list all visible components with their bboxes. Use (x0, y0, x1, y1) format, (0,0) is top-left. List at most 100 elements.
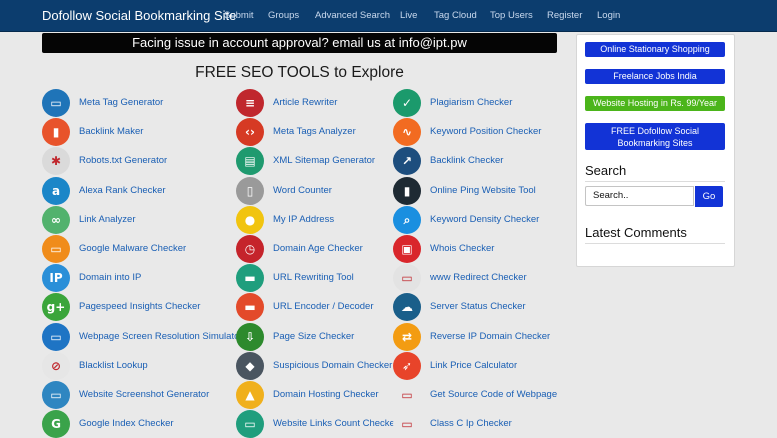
go-button[interactable]: Go (695, 186, 723, 207)
tool-item[interactable]: ∞ Link Analyzer (42, 206, 232, 234)
tool-label[interactable]: Website Links Count Checker (273, 418, 398, 429)
tool-item[interactable]: ⇄ Reverse IP Domain Checker (393, 323, 583, 351)
tool-item[interactable]: ↗ Backlink Checker (393, 147, 583, 175)
clock-icon: ◷ (236, 235, 264, 263)
globe-pin-icon: ● (236, 206, 264, 234)
tool-label[interactable]: Domain Age Checker (273, 243, 363, 254)
nav-advanced-search[interactable]: Advanced Search (315, 10, 390, 21)
latest-comments-heading: Latest Comments (585, 225, 687, 240)
nav-tag-cloud[interactable]: Tag Cloud (434, 10, 477, 21)
free-dofollow-sites-button[interactable]: FREE Dofollow Social Bookmarking Sites (585, 123, 725, 150)
nav-top-users[interactable]: Top Users (490, 10, 533, 21)
tool-label[interactable]: Meta Tag Generator (79, 97, 163, 108)
tool-label[interactable]: Keyword Density Checker (430, 214, 539, 225)
tool-label[interactable]: XML Sitemap Generator (273, 155, 375, 166)
tool-label[interactable]: Class C Ip Checker (430, 418, 512, 429)
tool-item[interactable]: ▭ Get Source Code of Webpage (393, 381, 583, 409)
tool-label[interactable]: Domain into IP (79, 272, 141, 283)
tool-item[interactable]: ⊘ Blacklist Lookup (42, 352, 232, 380)
tool-label[interactable]: Keyword Position Checker (430, 126, 541, 137)
tool-item[interactable]: ☁ Server Status Checker (393, 293, 583, 321)
tool-item[interactable]: ⌕ Keyword Density Checker (393, 206, 583, 234)
tool-item[interactable]: ▭ Class C Ip Checker (393, 410, 583, 438)
tool-item[interactable]: ∿ Keyword Position Checker (393, 118, 583, 146)
tool-label[interactable]: www Redirect Checker (430, 272, 527, 283)
links-count-icon: ▭ (236, 410, 264, 438)
code-icon: ‹› (236, 118, 264, 146)
tool-label[interactable]: Blacklist Lookup (79, 360, 148, 371)
window-icon: ▭ (42, 381, 70, 409)
nav-register[interactable]: Register (547, 10, 582, 21)
tool-label[interactable]: Backlink Maker (79, 126, 143, 137)
reverse-ip-icon: ⇄ (393, 323, 421, 351)
gauge-icon: g+ (42, 293, 70, 321)
tool-label[interactable]: Backlink Checker (430, 155, 503, 166)
tool-label[interactable]: Website Screenshot Generator (79, 389, 209, 400)
nav-live[interactable]: Live (400, 10, 417, 21)
tool-label[interactable]: My IP Address (273, 214, 334, 225)
bars-icon: ▮ (393, 177, 421, 205)
tool-label[interactable]: Online Ping Website Tool (430, 185, 536, 196)
tool-label[interactable]: Word Counter (273, 185, 332, 196)
tool-label[interactable]: Google Index Checker (79, 418, 174, 429)
tool-label[interactable]: Suspicious Domain Checker (273, 360, 392, 371)
tool-label[interactable]: Whois Checker (430, 243, 494, 254)
encoder-icon: ▬ (236, 293, 264, 321)
malware-icon: ▭ (42, 235, 70, 263)
search-input[interactable]: Search.. (585, 186, 694, 206)
freelance-jobs-button[interactable]: Freelance Jobs India (585, 69, 725, 84)
cloud-icon: ☁ (393, 293, 421, 321)
tool-item[interactable]: ➶ Link Price Calculator (393, 352, 583, 380)
tool-item[interactable]: ▭ Meta Tag Generator (42, 89, 232, 117)
shield-icon: ◆ (236, 352, 264, 380)
tool-item[interactable]: a Alexa Rank Checker (42, 177, 232, 205)
tool-label[interactable]: Domain Hosting Checker (273, 389, 379, 400)
tool-label[interactable]: Plagiarism Checker (430, 97, 512, 108)
tool-label[interactable]: Pagespeed Insights Checker (79, 301, 200, 312)
search-heading: Search (585, 163, 627, 178)
tool-label[interactable]: Reverse IP Domain Checker (430, 331, 550, 342)
tool-item[interactable]: G Google Index Checker (42, 410, 232, 438)
tool-label[interactable]: Page Size Checker (273, 331, 354, 342)
tool-label[interactable]: Alexa Rank Checker (79, 185, 166, 196)
trend-icon: ∿ (393, 118, 421, 146)
tools-title: FREE SEO TOOLS to Explore (195, 64, 404, 81)
tool-item[interactable]: ▮ Backlink Maker (42, 118, 232, 146)
alexa-icon: a (42, 177, 70, 205)
website-hosting-button[interactable]: Website Hosting in Rs. 99/Year (585, 96, 725, 111)
nav-groups[interactable]: Groups (268, 10, 299, 21)
nav-login[interactable]: Login (597, 10, 620, 21)
bug-icon: ✱ (42, 147, 70, 175)
hosting-icon: ▲ (236, 381, 264, 409)
tool-item[interactable]: g+ Pagespeed Insights Checker (42, 293, 232, 321)
tool-item[interactable]: ✱ Robots.txt Generator (42, 147, 232, 175)
sitemap-icon: ▤ (236, 147, 264, 175)
tool-label[interactable]: Meta Tags Analyzer (273, 126, 356, 137)
tool-label[interactable]: Robots.txt Generator (79, 155, 167, 166)
tool-label[interactable]: Google Malware Checker (79, 243, 186, 254)
page-icon: ▯ (236, 177, 264, 205)
tool-label[interactable]: URL Rewriting Tool (273, 272, 354, 283)
tool-item[interactable]: ✓ Plagiarism Checker (393, 89, 583, 117)
tool-label[interactable]: URL Encoder / Decoder (273, 301, 374, 312)
nav-submit[interactable]: Submit (224, 10, 254, 21)
url-icon: ▬ (236, 264, 264, 292)
monitor-icon: ▭ (42, 89, 70, 117)
tool-item[interactable]: ▭ Google Malware Checker (42, 235, 232, 263)
tool-label[interactable]: Server Status Checker (430, 301, 526, 312)
tool-label[interactable]: Article Rewriter (273, 97, 337, 108)
tool-label[interactable]: Get Source Code of Webpage (430, 389, 557, 400)
sidebar-panel: Online Stationary Shopping Freelance Job… (576, 34, 735, 267)
ban-icon: ⊘ (42, 352, 70, 380)
tool-label[interactable]: Link Price Calculator (430, 360, 517, 371)
tool-item[interactable]: ▮ Online Ping Website Tool (393, 177, 583, 205)
site-brand[interactable]: Dofollow Social Bookmarking Site (42, 8, 236, 23)
tool-item[interactable]: ▣ Whois Checker (393, 235, 583, 263)
tool-item[interactable]: ▭ Webpage Screen Resolution Simulator (42, 323, 243, 351)
tool-label[interactable]: Link Analyzer (79, 214, 136, 225)
tool-item[interactable]: IP Domain into IP (42, 264, 232, 292)
stationary-shopping-button[interactable]: Online Stationary Shopping (585, 42, 725, 57)
tool-item[interactable]: ▭ www Redirect Checker (393, 264, 583, 292)
tool-item[interactable]: ▭ Website Screenshot Generator (42, 381, 232, 409)
tool-label[interactable]: Webpage Screen Resolution Simulator (79, 331, 243, 342)
